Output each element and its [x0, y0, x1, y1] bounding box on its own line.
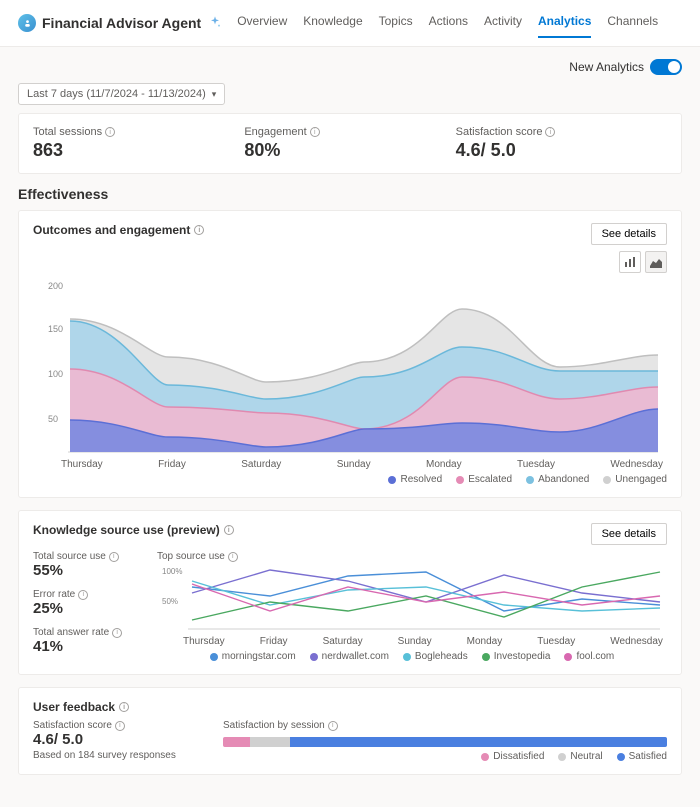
- kpi-satisfaction: Satisfaction scorei 4.6/ 5.0: [456, 126, 667, 161]
- kpi-sessions: Total sessionsi 863: [33, 126, 244, 161]
- outcomes-legend: Resolved Escalated Abandoned Unengaged: [33, 474, 667, 485]
- date-range-picker[interactable]: Last 7 days (11/7/2024 - 11/13/2024) ▾: [18, 83, 225, 105]
- info-icon[interactable]: i: [310, 127, 320, 137]
- info-icon[interactable]: i: [228, 552, 238, 562]
- svg-text:200: 200: [48, 281, 63, 291]
- area-view-button[interactable]: [645, 251, 667, 273]
- kpi-card: Total sessionsi 863 Engagementi 80% Sati…: [18, 113, 682, 174]
- bar-view-button[interactable]: [619, 251, 641, 273]
- bot-avatar-icon: [18, 14, 36, 32]
- toggle-label: New Analytics: [569, 60, 644, 74]
- see-details-button[interactable]: See details: [591, 223, 667, 245]
- ks-chart: Top source usei 100% 50% ThursdayFridayS…: [157, 551, 667, 662]
- chevron-down-icon: ▾: [212, 89, 217, 100]
- tab-actions[interactable]: Actions: [429, 8, 468, 38]
- ks-stats: Total source usei 55% Error ratei 25% To…: [33, 551, 143, 662]
- svg-text:150: 150: [48, 324, 63, 334]
- tab-activity[interactable]: Activity: [484, 8, 522, 38]
- feedback-score: Satisfaction scorei 4.6/ 5.0 Based on 18…: [33, 720, 203, 762]
- tab-knowledge[interactable]: Knowledge: [303, 8, 362, 38]
- agent-title: Financial Advisor Agent: [42, 15, 201, 31]
- info-icon[interactable]: i: [224, 525, 234, 535]
- info-icon[interactable]: i: [115, 721, 125, 731]
- info-icon[interactable]: i: [119, 702, 129, 712]
- outcomes-card: Outcomes and engagementi See details 200…: [18, 210, 682, 498]
- app-header: Financial Advisor Agent Overview Knowled…: [0, 0, 700, 47]
- satisfaction-bar-block: Satisfaction by sessioni Dissatisfied Ne…: [223, 720, 667, 762]
- info-icon[interactable]: i: [78, 590, 88, 600]
- tab-overview[interactable]: Overview: [237, 8, 287, 38]
- seg-satisfied: [290, 737, 667, 747]
- sparkle-icon: [207, 15, 223, 31]
- info-icon[interactable]: i: [194, 225, 204, 235]
- outcomes-chart: 200 150 100 50 Thur: [33, 277, 667, 485]
- new-analytics-toggle[interactable]: [650, 59, 682, 75]
- new-analytics-toggle-row: New Analytics: [18, 59, 682, 75]
- svg-text:100: 100: [48, 369, 63, 379]
- ks-legend: morningstar.com nerdwallet.com Boglehead…: [157, 651, 667, 662]
- tab-topics[interactable]: Topics: [379, 8, 413, 38]
- kpi-engagement: Engagementi 80%: [244, 126, 455, 161]
- tab-channels[interactable]: Channels: [607, 8, 658, 38]
- satisfaction-bar: [223, 737, 667, 747]
- info-icon[interactable]: i: [112, 628, 122, 638]
- svg-text:100%: 100%: [162, 567, 182, 576]
- seg-neutral: [250, 737, 290, 747]
- info-icon[interactable]: i: [105, 127, 115, 137]
- seg-dissatisfied: [223, 737, 250, 747]
- svg-text:50: 50: [48, 414, 58, 424]
- nav-tabs: Overview Knowledge Topics Actions Activi…: [237, 8, 658, 38]
- svg-text:50%: 50%: [162, 597, 178, 606]
- knowledge-source-card: Knowledge source use (preview)i See deta…: [18, 510, 682, 675]
- effectiveness-heading: Effectiveness: [18, 186, 682, 202]
- feedback-card: User feedbacki Satisfaction scorei 4.6/ …: [18, 687, 682, 775]
- info-icon[interactable]: i: [545, 127, 555, 137]
- info-icon[interactable]: i: [328, 721, 338, 731]
- info-icon[interactable]: i: [109, 552, 119, 562]
- feedback-legend: Dissatisfied Neutral Satisfied: [223, 751, 667, 762]
- tab-analytics[interactable]: Analytics: [538, 8, 591, 38]
- date-range-text: Last 7 days (11/7/2024 - 11/13/2024): [27, 88, 206, 100]
- see-details-button[interactable]: See details: [591, 523, 667, 545]
- page-body: New Analytics Last 7 days (11/7/2024 - 1…: [0, 47, 700, 807]
